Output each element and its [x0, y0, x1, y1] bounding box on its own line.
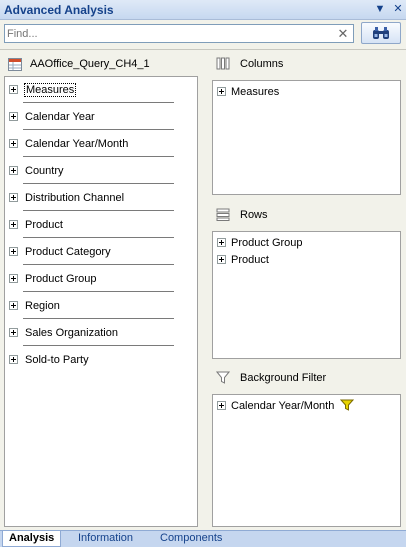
expand-icon[interactable]: [9, 112, 18, 121]
find-button[interactable]: [361, 22, 401, 44]
search-input[interactable]: [7, 26, 327, 41]
expand-icon[interactable]: [9, 166, 18, 175]
field-item-distribution-channel[interactable]: Distribution Channel: [5, 189, 185, 207]
field-label: Product: [25, 219, 63, 231]
field-item-sold-to-party[interactable]: Sold-to Party: [5, 351, 185, 369]
filter-item-label: Calendar Year/Month: [231, 400, 335, 412]
find-box: ✕: [4, 24, 354, 43]
expand-icon[interactable]: [9, 274, 18, 283]
divider: [23, 183, 174, 184]
field-item-measures[interactable]: Measures: [5, 81, 185, 99]
field-item-country[interactable]: Country: [5, 162, 185, 180]
rows-item-product-group[interactable]: Product Group: [213, 234, 383, 252]
field-label: Region: [25, 300, 60, 312]
field-label: Calendar Year: [25, 111, 95, 123]
columns-drop-area[interactable]: Measures: [212, 80, 401, 195]
divider: [23, 345, 174, 346]
field-label: Measures: [24, 83, 77, 97]
expand-icon[interactable]: [217, 401, 226, 410]
field-item-calendar-year[interactable]: Calendar Year: [5, 108, 185, 126]
filter-item-calendar-year-month[interactable]: Calendar Year/Month: [213, 397, 383, 415]
active-filter-icon: [340, 399, 354, 411]
pane-menu-dropdown-icon[interactable]: ▼: [373, 2, 387, 16]
expand-icon[interactable]: [9, 301, 18, 310]
expand-icon[interactable]: [217, 87, 226, 96]
divider: [23, 129, 174, 130]
divider: [0, 49, 406, 50]
field-item-product-category[interactable]: Product Category: [5, 243, 185, 261]
expand-icon[interactable]: [9, 139, 18, 148]
field-item-product-group[interactable]: Product Group: [5, 270, 185, 288]
rows-item-product[interactable]: Product: [213, 251, 383, 269]
divider: [23, 264, 174, 265]
tab-information[interactable]: Information: [72, 531, 139, 547]
field-label: Sales Organization: [25, 327, 118, 339]
divider: [23, 102, 174, 103]
rows-item-label: Product: [231, 254, 269, 266]
close-icon[interactable]: ✕: [391, 2, 405, 16]
query-icon: [8, 58, 22, 71]
tab-strip: Analysis Information Components: [0, 530, 406, 547]
columns-item-label: Measures: [231, 86, 280, 98]
background-filter-drop-area[interactable]: Calendar Year/Month: [212, 394, 401, 527]
binoculars-icon: [373, 27, 389, 39]
expand-icon[interactable]: [9, 220, 18, 229]
divider: [23, 237, 174, 238]
expand-icon[interactable]: [9, 193, 18, 202]
tab-analysis[interactable]: Analysis: [2, 531, 62, 547]
field-label: Distribution Channel: [25, 192, 125, 204]
expand-icon[interactable]: [9, 85, 18, 94]
window-title: Advanced Analysis: [4, 3, 114, 17]
rows-item-label: Product Group: [231, 237, 303, 249]
divider: [23, 210, 174, 211]
field-item-product[interactable]: Product: [5, 216, 185, 234]
title-bar: Advanced Analysis ▼ ✕: [0, 0, 406, 20]
field-label: Sold-to Party: [25, 354, 89, 366]
columns-title: Columns: [240, 58, 284, 70]
columns-item-measures[interactable]: Measures: [213, 83, 383, 101]
field-list-panel: Measures Calendar Year Calendar Year/Mon…: [4, 76, 198, 527]
columns-icon: [216, 57, 230, 70]
tab-components[interactable]: Components: [154, 531, 228, 547]
expand-icon[interactable]: [9, 355, 18, 364]
field-label: Product Category: [25, 246, 111, 258]
query-name: AAOffice_Query_CH4_1: [30, 58, 150, 70]
background-filter-title: Background Filter: [240, 372, 327, 384]
field-item-region[interactable]: Region: [5, 297, 185, 315]
divider: [23, 156, 174, 157]
rows-drop-area[interactable]: Product Group Product: [212, 231, 401, 359]
divider: [23, 291, 174, 292]
expand-icon[interactable]: [217, 255, 226, 264]
rows-title: Rows: [240, 209, 268, 221]
rows-icon: [216, 208, 230, 221]
filter-icon: [216, 371, 230, 384]
field-item-sales-organization[interactable]: Sales Organization: [5, 324, 185, 342]
field-label: Calendar Year/Month: [25, 138, 129, 150]
field-item-calendar-year-month[interactable]: Calendar Year/Month: [5, 135, 185, 153]
divider: [23, 318, 174, 319]
expand-icon[interactable]: [9, 328, 18, 337]
expand-icon[interactable]: [9, 247, 18, 256]
expand-icon[interactable]: [217, 238, 226, 247]
field-label: Country: [25, 165, 64, 177]
clear-search-icon[interactable]: ✕: [336, 25, 350, 42]
field-label: Product Group: [25, 273, 97, 285]
